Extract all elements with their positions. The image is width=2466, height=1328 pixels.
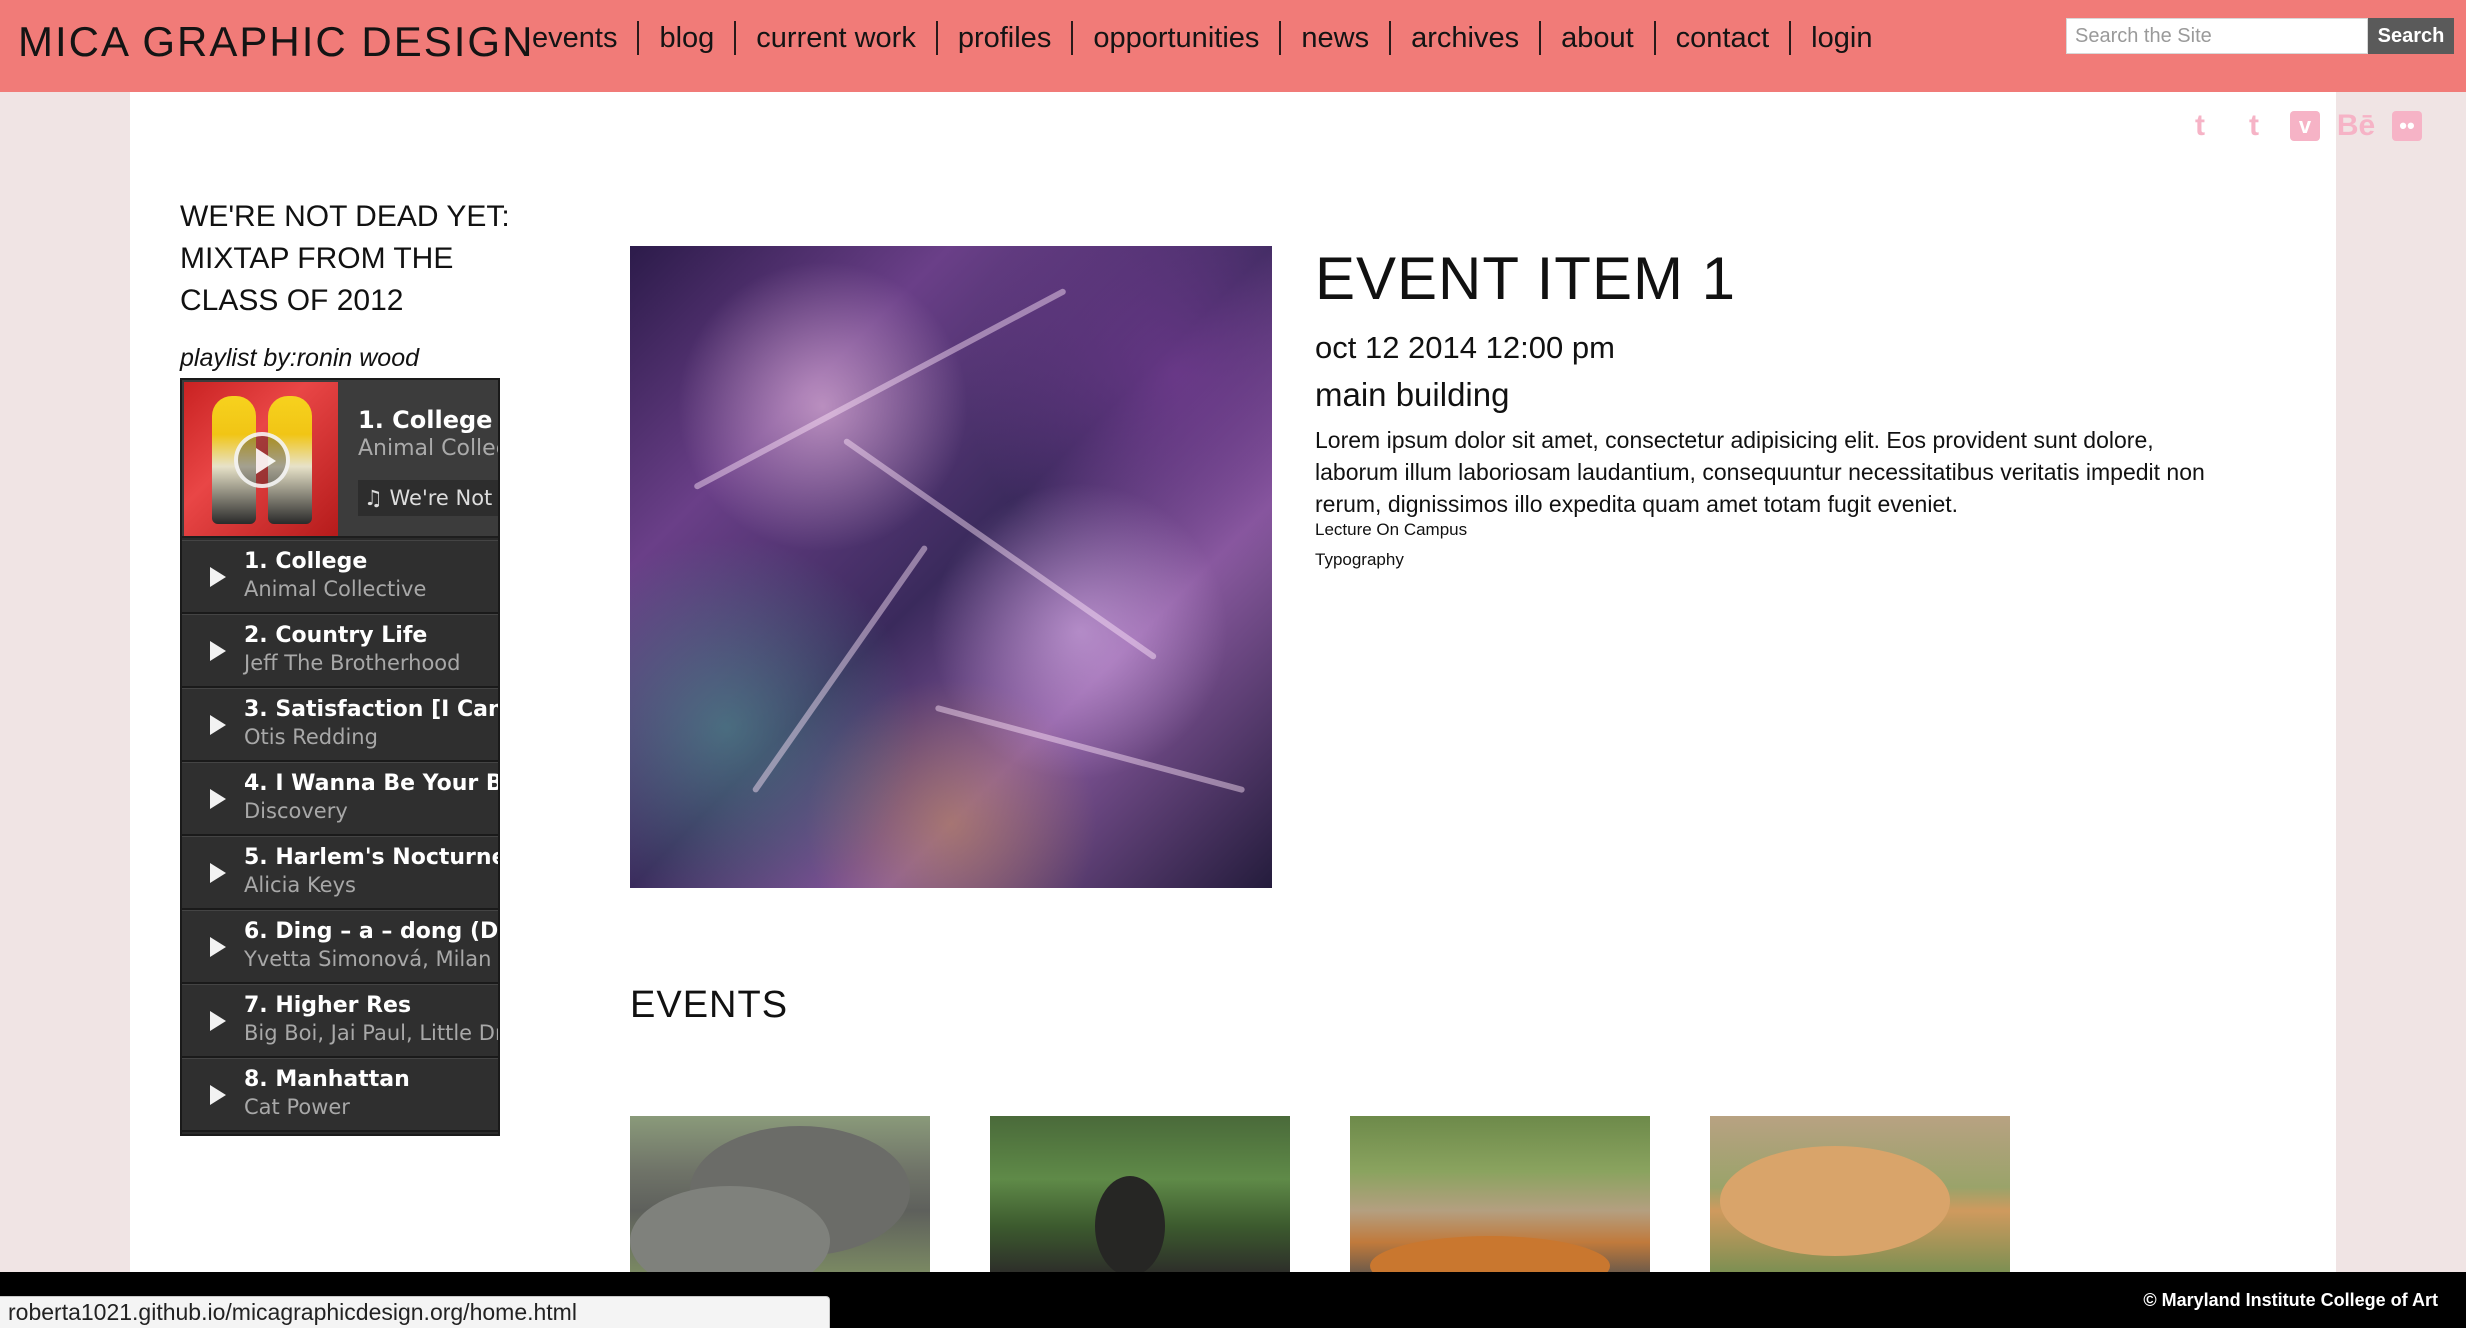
play-icon[interactable] — [234, 432, 290, 488]
event-date: oct 12 2014 12:00 pm — [1315, 330, 1615, 365]
event-tag[interactable]: Typography — [1315, 550, 1404, 570]
track-row[interactable]: 2. Country Life Jeff The Brotherhood — [182, 614, 498, 688]
nav-current-work[interactable]: current work — [736, 21, 938, 55]
play-icon[interactable] — [210, 863, 226, 883]
track-artist: Big Boi, Jai Paul, Little Dragon — [244, 1021, 498, 1045]
twitter-icon[interactable]: t — [2182, 108, 2218, 144]
play-icon[interactable] — [210, 641, 226, 661]
now-playing-track: 1. College — [358, 406, 493, 434]
nav-contact[interactable]: contact — [1656, 21, 1792, 55]
search-form: Search — [2066, 18, 2454, 54]
event-location: main building — [1315, 376, 1510, 413]
social-links: t t v Bē •• — [2182, 108, 2422, 144]
track-name: 1. College — [244, 549, 368, 574]
browser-status-url: roberta1021.github.io/micagraphicdesign.… — [0, 1296, 830, 1328]
event-category[interactable]: Lecture On Campus — [1315, 520, 1467, 540]
track-artist: Jeff The Brotherhood — [244, 651, 461, 675]
music-player: 1. College Animal Collective ♫ We're Not… — [180, 378, 500, 1136]
track-row[interactable]: 7. Higher Res Big Boi, Jai Paul, Little … — [182, 984, 498, 1058]
track-name: 4. I Wanna Be Your Boyfriend — [244, 771, 498, 796]
play-icon[interactable] — [210, 937, 226, 957]
site-title[interactable]: MICA GRAPHIC DESIGN — [18, 18, 534, 66]
track-name: 8. Manhattan — [244, 1067, 410, 1092]
track-artist: Alicia Keys — [244, 873, 356, 897]
album-art — [184, 382, 338, 536]
track-artist: Yvetta Simonová, Milan Chladil — [244, 947, 498, 971]
play-icon[interactable] — [210, 1011, 226, 1031]
track-row[interactable]: 1. College Animal Collective — [182, 540, 498, 614]
event-description: Lorem ipsum dolor sit amet, consectetur … — [1315, 427, 2205, 517]
nav-blog[interactable]: blog — [639, 21, 737, 55]
events-heading: EVENTS — [630, 984, 789, 1026]
nav-about[interactable]: about — [1541, 21, 1656, 55]
play-icon[interactable] — [210, 715, 226, 735]
play-icon[interactable] — [210, 789, 226, 809]
vimeo-icon[interactable]: v — [2290, 111, 2320, 141]
track-list: 1. College Animal Collective 2. Country … — [182, 540, 500, 1132]
play-icon[interactable] — [210, 567, 226, 587]
event-thumbnail[interactable] — [1710, 1116, 2010, 1274]
flickr-icon[interactable]: •• — [2392, 111, 2422, 141]
track-row[interactable]: 4. I Wanna Be Your Boyfriend Discovery — [182, 762, 498, 836]
event-thumbnail[interactable] — [990, 1116, 1290, 1274]
track-name: 2. Country Life — [244, 623, 428, 648]
track-name: 7. Higher Res — [244, 993, 412, 1018]
track-name: 3. Satisfaction [I Can't Get No] — [244, 697, 498, 722]
now-playing-album[interactable]: ♫ We're Not Dead — [358, 480, 498, 516]
tumblr-icon[interactable]: t — [2236, 108, 2272, 144]
nav-profiles[interactable]: profiles — [938, 21, 1074, 55]
nav-news[interactable]: news — [1281, 21, 1392, 55]
event-thumbnail[interactable] — [630, 1116, 930, 1274]
event-image[interactable] — [630, 246, 1272, 888]
play-icon[interactable] — [210, 1085, 226, 1105]
nav-opportunities[interactable]: opportunities — [1073, 21, 1282, 55]
track-artist: Otis Redding — [244, 725, 378, 749]
track-row[interactable]: 5. Harlem's Nocturne Alicia Keys — [182, 836, 500, 910]
track-name: 5. Harlem's Nocturne — [244, 845, 500, 870]
search-input[interactable] — [2066, 18, 2368, 54]
track-row[interactable]: 3. Satisfaction [I Can't Get No] Otis Re… — [182, 688, 498, 762]
mix-title: WE'RE NOT DEAD YET: MIXTAP FROM THE CLAS… — [180, 200, 510, 317]
behance-icon[interactable]: Bē — [2337, 108, 2375, 144]
track-artist: Animal Collective — [244, 577, 427, 601]
event-title: EVENT ITEM 1 — [1315, 245, 1736, 312]
track-artist: Cat Power — [244, 1095, 350, 1119]
track-row[interactable]: 8. Manhattan Cat Power — [182, 1058, 498, 1132]
event-thumbnail[interactable] — [1350, 1116, 1650, 1274]
playlist-credit: playlist by:ronin wood — [180, 344, 420, 372]
copyright: © Maryland Institute College of Art — [2143, 1290, 2438, 1310]
now-playing: 1. College Animal Collective ♫ We're Not… — [182, 380, 498, 538]
track-name: 6. Ding – a – dong (Dingo) — [244, 919, 499, 944]
nav-archives[interactable]: archives — [1391, 21, 1542, 55]
nav-login[interactable]: login — [1791, 21, 1892, 55]
nav-events[interactable]: events — [512, 21, 640, 55]
site-header: MICA GRAPHIC DESIGN events blog current … — [0, 0, 2466, 92]
now-playing-artist: Animal Collective — [358, 436, 498, 461]
search-button[interactable]: Search — [2368, 18, 2454, 54]
track-artist: Discovery — [244, 799, 348, 823]
track-row[interactable]: 6. Ding – a – dong (Dingo) Yvetta Simono… — [182, 910, 499, 984]
main-nav: events blog current work profiles opport… — [512, 16, 1892, 60]
